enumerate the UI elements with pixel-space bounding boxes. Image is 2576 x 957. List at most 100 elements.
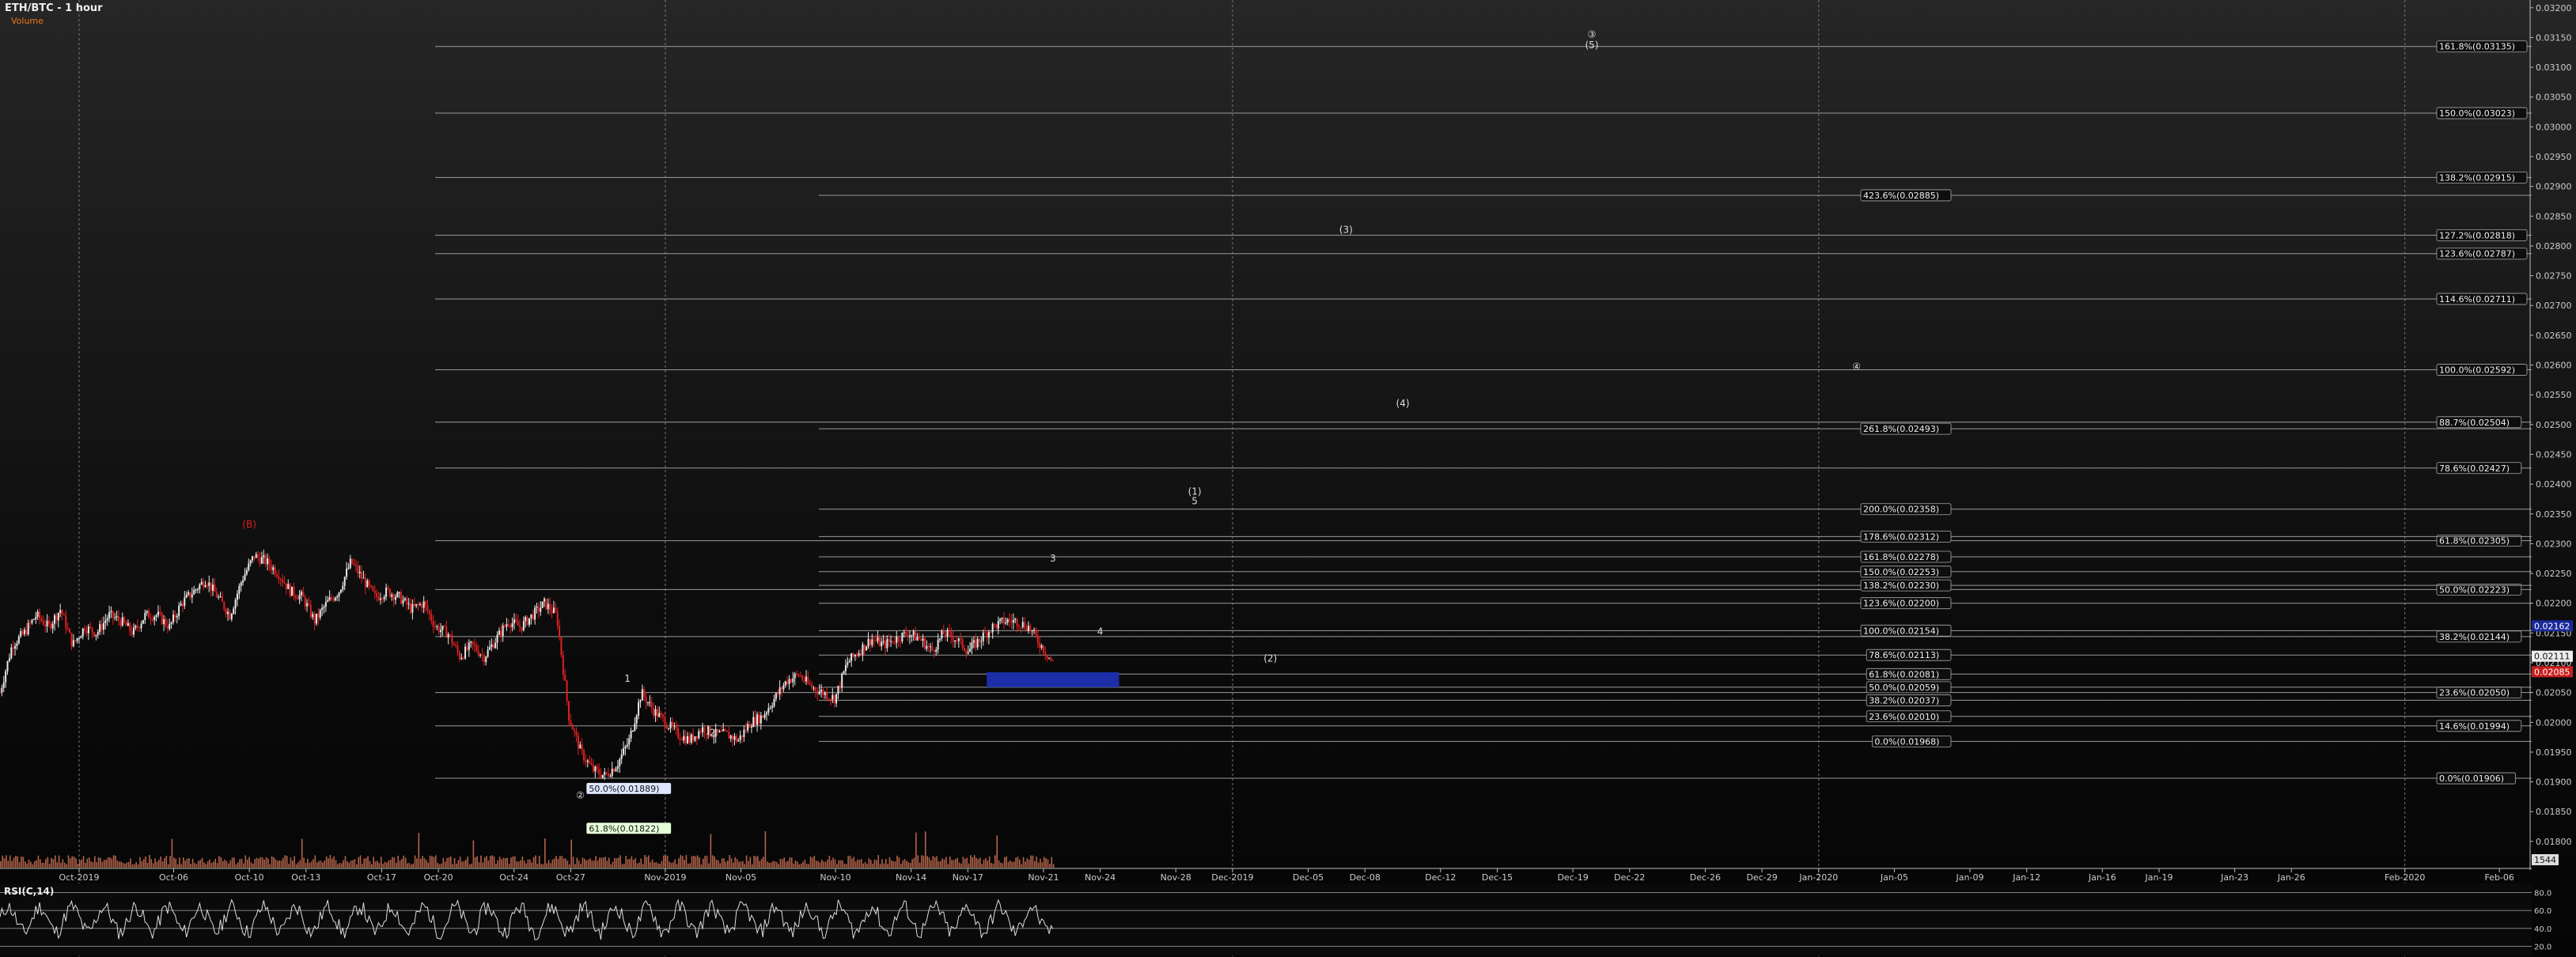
candle-body	[291, 586, 294, 596]
wave-label: (4)	[1396, 398, 1410, 409]
candle-body	[441, 626, 444, 630]
candle-body	[10, 647, 13, 659]
volume-bar	[344, 856, 347, 868]
candle-body	[119, 620, 122, 626]
candle-body	[379, 598, 381, 600]
candle-body	[833, 694, 835, 704]
volume-bar	[749, 857, 752, 868]
candle-body	[123, 617, 126, 622]
volume-bar	[527, 859, 529, 868]
x-tick-label: Nov-21	[1028, 872, 1059, 883]
candle-body	[1010, 621, 1013, 623]
volume-bar	[358, 857, 359, 868]
candle-body	[792, 678, 794, 683]
y-tick-label: 0.03100	[2536, 62, 2572, 73]
volume-bar	[1013, 861, 1015, 868]
x-tick-label: Jan-26	[2277, 872, 2305, 883]
volume-bar	[715, 859, 718, 868]
volume-bar	[313, 859, 314, 868]
candle-body	[758, 714, 760, 724]
candle-body	[391, 594, 393, 597]
volume-bar	[194, 863, 195, 868]
candle-body	[16, 643, 18, 646]
volume-bar	[710, 834, 712, 868]
candle-body	[923, 638, 926, 649]
volume-bar	[794, 860, 797, 868]
volume-bar	[502, 857, 505, 868]
volume-bar	[975, 857, 977, 868]
candle-body	[818, 691, 820, 694]
volume-bar	[305, 862, 307, 868]
candle-body	[1001, 618, 1003, 619]
volume-bar	[508, 864, 510, 868]
volume-bar	[3, 858, 6, 868]
fib-label: 178.6%(0.02312)	[1863, 531, 1939, 542]
candle-body	[366, 580, 369, 588]
volume-bar	[661, 861, 663, 868]
candle-body	[129, 622, 131, 631]
candle-body	[394, 596, 396, 600]
y-tick-label: 0.03150	[2536, 32, 2572, 43]
candle-body	[863, 644, 866, 651]
volume-bar	[112, 855, 115, 868]
candle-body	[225, 609, 227, 615]
volume-bar	[347, 861, 348, 868]
rsi-level-label: 40.0	[2534, 925, 2551, 934]
chart-title: ETH/BTC - 1 hour	[5, 2, 103, 14]
volume-bar	[718, 860, 719, 868]
candle-body	[850, 653, 853, 661]
volume-bar	[18, 862, 21, 868]
candle-body	[522, 621, 525, 630]
volume-bar	[802, 861, 804, 868]
volume-bar	[581, 857, 584, 868]
candle-body	[939, 638, 941, 640]
price-chart[interactable]: 161.8%(0.03135)150.0%(0.03023)138.2%(0.0…	[0, 0, 2576, 957]
volume-bar	[640, 858, 642, 868]
volume-bar	[768, 862, 770, 868]
candle-body	[912, 630, 915, 636]
volume-bar	[36, 860, 37, 868]
volume-bar	[704, 856, 707, 868]
wave-label: 3	[1050, 553, 1056, 564]
fib-label: 138.2%(0.02230)	[1863, 581, 1939, 591]
candle-body	[298, 595, 301, 600]
candle-body	[1027, 626, 1029, 631]
candle-body	[950, 631, 953, 637]
volume-bar	[510, 857, 512, 868]
candle-body	[106, 618, 108, 621]
candle-body	[402, 600, 404, 604]
volume-bar	[631, 856, 633, 868]
candle-body	[267, 558, 269, 565]
volume-bar	[292, 861, 294, 868]
volume-bar	[427, 862, 430, 868]
candle-body	[66, 629, 69, 630]
volume-bar	[228, 863, 229, 868]
volume-bar	[478, 862, 480, 868]
volume-bar	[188, 858, 190, 868]
volume-bar	[495, 864, 497, 868]
candle-body	[331, 597, 333, 600]
candle-body	[803, 679, 805, 682]
y-axis-ticks: 0.03200 0.03150 0.03100 0.03050 0.03000 0.029…	[2530, 3, 2572, 847]
candle-body	[688, 736, 691, 743]
rsi-level-label: 80.0	[2534, 889, 2551, 898]
volume-bar	[448, 857, 450, 868]
candle-body	[159, 611, 161, 614]
candle-body	[852, 653, 854, 656]
volume-bar	[490, 856, 491, 868]
volume-bar	[617, 857, 619, 868]
candle-body	[200, 581, 203, 585]
candle-body	[84, 628, 86, 632]
fib-label: 423.6%(0.02885)	[1863, 191, 1939, 201]
candle-body	[645, 697, 647, 703]
volume-bar	[523, 861, 525, 868]
candle-body	[407, 603, 410, 605]
volume-bar	[924, 831, 926, 868]
volume-bar	[401, 858, 403, 868]
candle-body	[185, 594, 188, 598]
volume-bar	[220, 857, 222, 868]
candle-body	[279, 579, 282, 581]
volume-bar	[815, 861, 817, 868]
candle-body	[502, 625, 504, 637]
volume-bar	[446, 857, 448, 868]
